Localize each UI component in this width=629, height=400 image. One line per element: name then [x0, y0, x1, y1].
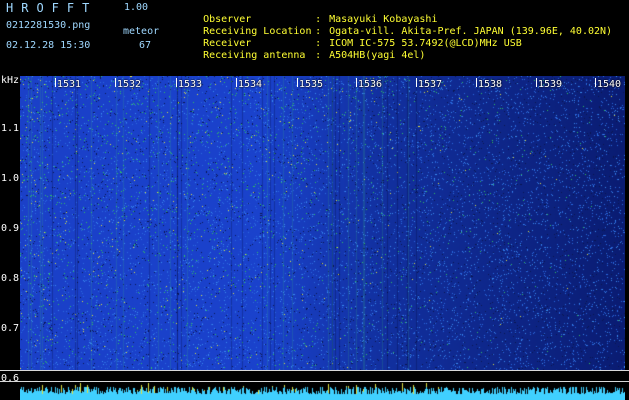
app-version: 1.00 [124, 2, 149, 13]
antenna-key: Receiving antenna [203, 50, 306, 61]
time-tick-mark [356, 78, 357, 87]
detection-label: meteor [123, 26, 160, 37]
antenna-sep: : [315, 50, 322, 61]
time-tick-label: 1533 [178, 79, 203, 90]
y-tick-label: 0.6 [1, 373, 20, 384]
time-tick-mark [595, 78, 596, 87]
date-time: 02.12.28 15:30 [6, 40, 91, 51]
file-name: 0212281530.png [6, 20, 91, 31]
y-tick-label: 1.1 [1, 123, 20, 134]
detection-count: 67 [139, 40, 152, 51]
time-tick-mark [416, 78, 417, 87]
time-tick-mark [536, 78, 537, 87]
time-tick-label: 1538 [478, 79, 503, 90]
time-tick-label: 1540 [597, 79, 622, 90]
y-tick-label: 0.7 [1, 323, 20, 334]
antenna-row: Receiving antenna: A504HB(yagi 4el) [179, 41, 425, 71]
time-tick-mark [115, 78, 116, 87]
time-tick-label: 1536 [358, 79, 383, 90]
time-tick-label: 1539 [538, 79, 563, 90]
y-tick-label: 1.0 [1, 173, 20, 184]
antenna-value: A504HB(yagi 4el) [329, 50, 426, 61]
y-tick-label: 0.9 [1, 223, 20, 234]
spectrogram-image [20, 76, 625, 371]
time-tick-label: 1537 [418, 79, 443, 90]
header-panel: HROFFT 1.00 0212281530.png meteor 02.12.… [0, 0, 629, 76]
reference-line [0, 370, 629, 371]
time-tick-label: 1531 [57, 79, 82, 90]
time-tick-label: 1535 [299, 79, 324, 90]
signal-level-strip [20, 382, 625, 400]
signal-level-canvas [20, 382, 625, 400]
spectrogram-plot: kHz 1.1 1.0 0.9 0.8 0.7 0.6 1531 1532 15… [0, 76, 629, 400]
time-tick-mark [297, 78, 298, 87]
time-tick-mark [176, 78, 177, 87]
time-tick-mark [55, 78, 56, 87]
time-tick-mark [236, 78, 237, 87]
app-title: HROFFT [6, 1, 98, 15]
y-axis-unit: kHz [1, 75, 20, 86]
spectrogram-canvas [20, 76, 625, 371]
time-tick-label: 1532 [117, 79, 142, 90]
time-tick-label: 1534 [238, 79, 263, 90]
time-tick-mark [476, 78, 477, 87]
y-tick-label: 0.8 [1, 273, 20, 284]
